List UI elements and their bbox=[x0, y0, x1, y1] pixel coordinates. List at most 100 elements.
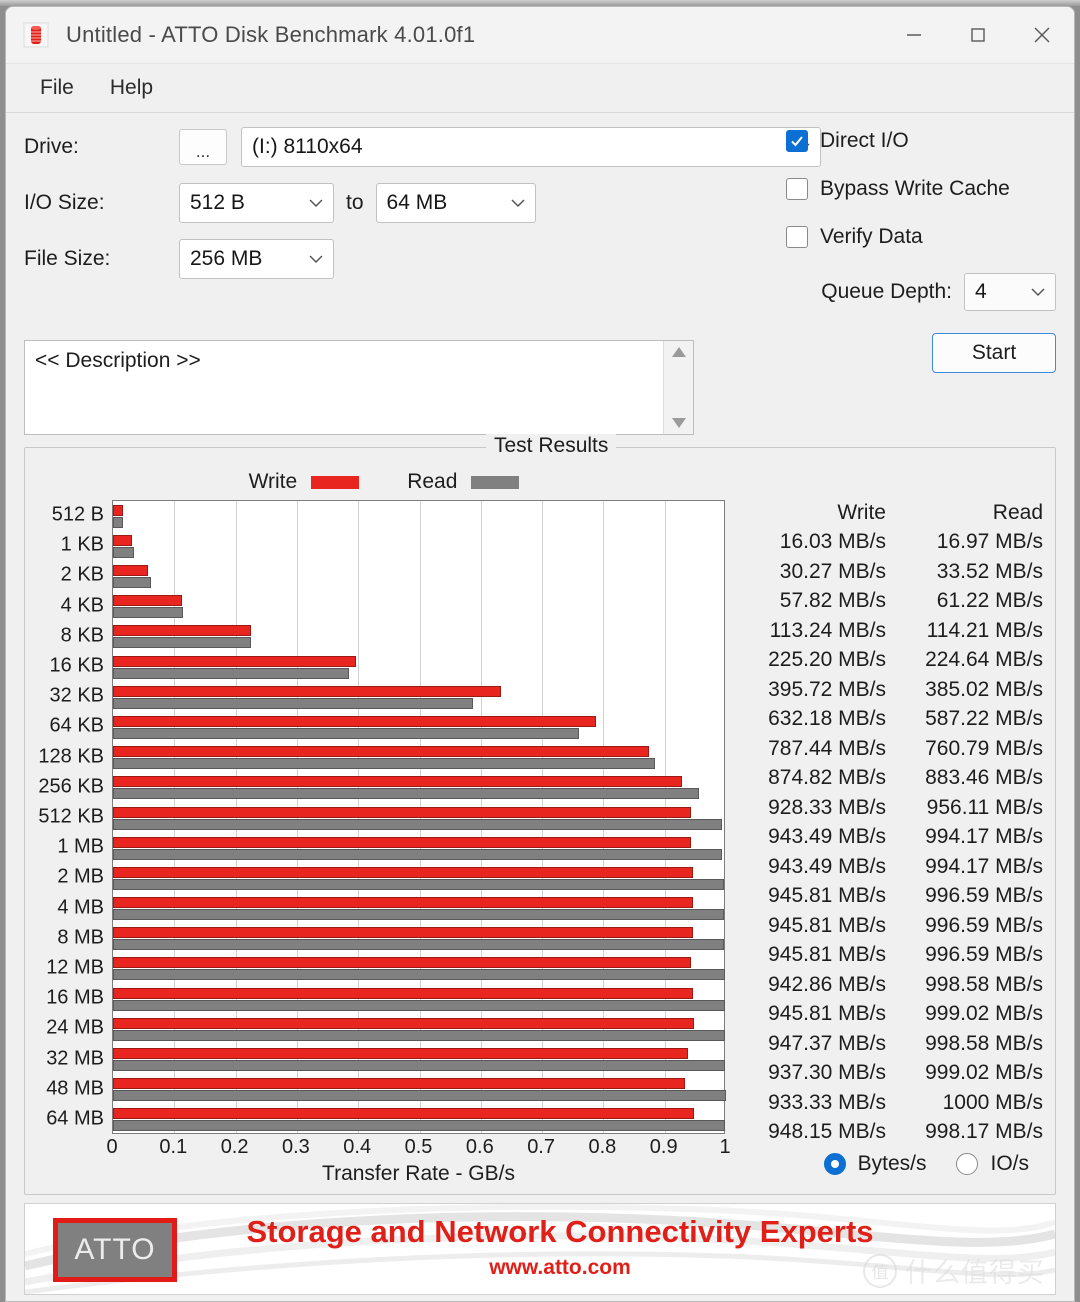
bypass-write-cache-checkbox[interactable] bbox=[786, 178, 808, 200]
chart-category-label: 4 MB bbox=[57, 896, 104, 919]
chart-bar-read bbox=[113, 848, 723, 860]
table-cell-write: 113.24 MB/s bbox=[769, 618, 886, 642]
scroll-up-icon[interactable] bbox=[671, 346, 687, 358]
title-bar: Untitled - ATTO Disk Benchmark 4.01.0f1 bbox=[6, 7, 1074, 64]
chart-category-label: 64 KB bbox=[49, 714, 104, 737]
banner-tagline: Storage and Network Connectivity Experts bbox=[246, 1214, 874, 1249]
radio-io-dot[interactable] bbox=[956, 1153, 979, 1175]
table-row: 942.86 MB/s 998.58 MB/s bbox=[743, 970, 1057, 1000]
table-row: 937.30 MB/s 999.02 MB/s bbox=[743, 1059, 1057, 1089]
table-body: 16.03 MB/s 16.97 MB/s 30.27 MB/s 33.52 MB/s… bbox=[743, 528, 1057, 1148]
start-button[interactable]: Start bbox=[932, 333, 1056, 373]
chart-category-label: 32 KB bbox=[49, 684, 104, 707]
queue-depth-value: 4 bbox=[975, 280, 987, 303]
io-size-min-select[interactable]: 512 B bbox=[179, 183, 334, 223]
chart-bar-read bbox=[113, 939, 724, 951]
scroll-down-icon[interactable] bbox=[671, 417, 687, 429]
atto-footer-banner: ATTO Storage and Network Connectivity Ex… bbox=[24, 1203, 1056, 1295]
chart-x-tick: 0.1 bbox=[159, 1136, 188, 1158]
queue-depth-select[interactable]: 4 bbox=[964, 273, 1056, 311]
chart-bar-read bbox=[113, 878, 724, 890]
table-cell-write: 945.81 MB/s bbox=[768, 913, 886, 937]
chart-bar-write bbox=[113, 655, 356, 667]
chart-bar-read bbox=[113, 516, 124, 528]
drive-select[interactable]: (I:) 8110x64 bbox=[241, 127, 821, 167]
table-row: 948.15 MB/s 998.17 MB/s bbox=[743, 1118, 1057, 1148]
table-cell-read: 999.02 MB/s bbox=[925, 1061, 1043, 1085]
table-cell-read: 999.02 MB/s bbox=[925, 1002, 1043, 1026]
chart-x-tick: 0.6 bbox=[465, 1136, 494, 1158]
atto-logo-text: ATTO bbox=[74, 1233, 156, 1266]
table-cell-read: 587.22 MB/s bbox=[925, 707, 1043, 731]
chart-category-label: 2 KB bbox=[60, 563, 104, 586]
verify-data-label: Verify Data bbox=[820, 225, 923, 248]
drive-label: Drive: bbox=[24, 135, 79, 158]
table-row: 945.81 MB/s 996.59 MB/s bbox=[743, 911, 1057, 941]
chart-x-tick: 1 bbox=[719, 1136, 731, 1158]
direct-io-checkbox[interactable] bbox=[786, 130, 808, 152]
queue-depth-row: Queue Depth: 4 bbox=[786, 273, 1056, 311]
table-row: 225.20 MB/s 224.64 MB/s bbox=[743, 646, 1057, 676]
direct-io-row[interactable]: Direct I/O bbox=[786, 129, 1056, 153]
table-row: 933.33 MB/s 1000 MB/s bbox=[743, 1088, 1057, 1118]
description-scrollbar[interactable] bbox=[663, 341, 693, 434]
chart-legend: Write Read bbox=[25, 468, 743, 496]
radio-io-per-second[interactable]: IO/s bbox=[956, 1152, 1029, 1176]
menu-item-help[interactable]: Help bbox=[94, 72, 169, 104]
table-row: 943.49 MB/s 994.17 MB/s bbox=[743, 823, 1057, 853]
chart-category-label: 256 KB bbox=[38, 775, 104, 798]
chart-bar-write bbox=[113, 625, 252, 637]
bypass-write-cache-row[interactable]: Bypass Write Cache bbox=[786, 177, 1056, 201]
verify-data-row[interactable]: Verify Data bbox=[786, 225, 1056, 249]
chart-bar-read bbox=[113, 969, 726, 981]
table-cell-read: 33.52 MB/s bbox=[936, 559, 1043, 583]
chart-bar-write bbox=[113, 564, 149, 576]
minimize-icon[interactable] bbox=[882, 7, 946, 63]
table-cell-write: 945.81 MB/s bbox=[768, 943, 886, 967]
legend-swatch-write bbox=[311, 475, 360, 489]
menu-item-file[interactable]: File bbox=[24, 72, 90, 104]
chart-category-label: 1 MB bbox=[57, 835, 104, 858]
table-cell-write: 30.27 MB/s bbox=[779, 559, 886, 583]
window-controls bbox=[882, 7, 1074, 63]
file-size-select[interactable]: 256 MB bbox=[179, 239, 334, 279]
file-size-value: 256 MB bbox=[190, 247, 263, 270]
io-size-max-select[interactable]: 64 MB bbox=[375, 183, 536, 223]
chart-x-axis-ticks: 0 0.1 0.2 0.3 0.4 0.5 0.6 0.7 0.8 0.9 1 bbox=[106, 1136, 730, 1162]
chart-plot-area bbox=[112, 500, 726, 1134]
chart-x-tick: 0.7 bbox=[527, 1136, 555, 1158]
chart-category-label: 512 B bbox=[51, 503, 104, 526]
table-cell-write: 787.44 MB/s bbox=[768, 736, 886, 760]
table-cell-read: 998.58 MB/s bbox=[925, 972, 1043, 996]
chart-bar-read bbox=[113, 1029, 726, 1041]
description-placeholder: << Description >> bbox=[35, 349, 201, 372]
table-cell-read: 114.21 MB/s bbox=[926, 618, 1043, 642]
chart-category-label: 8 KB bbox=[60, 624, 104, 647]
chart-x-tick: 0.5 bbox=[404, 1136, 433, 1158]
table-row: 945.81 MB/s 996.59 MB/s bbox=[743, 882, 1057, 912]
radio-io-label: IO/s bbox=[990, 1152, 1029, 1175]
browse-drive-button[interactable]: ... bbox=[179, 129, 227, 165]
chart-category-label: 8 MB bbox=[57, 926, 104, 949]
maximize-icon[interactable] bbox=[946, 7, 1010, 63]
table-cell-read: 1000 MB/s bbox=[942, 1090, 1043, 1114]
chart-bar-write bbox=[113, 806, 692, 818]
settings-panel: Drive: ... (I:) 8110x64 I/O Size: 512 B … bbox=[6, 113, 1074, 373]
chart-bar-read bbox=[113, 1120, 725, 1132]
table-row: 787.44 MB/s 760.79 MB/s bbox=[743, 734, 1057, 764]
description-field[interactable]: << Description >> bbox=[24, 340, 694, 435]
radio-bytes-dot[interactable] bbox=[823, 1153, 846, 1175]
chart-bar-write bbox=[113, 534, 132, 546]
chart-bar-write bbox=[113, 1078, 686, 1090]
table-cell-read: 16.97 MB/s bbox=[936, 530, 1043, 554]
table-cell-write: 874.82 MB/s bbox=[768, 766, 886, 790]
chart-bar-write bbox=[113, 1017, 694, 1029]
chart-bar-write bbox=[113, 776, 683, 788]
chart-bar-read bbox=[113, 727, 580, 739]
radio-bytes-per-second[interactable]: Bytes/s bbox=[823, 1152, 926, 1176]
legend-entry-read: Read bbox=[407, 470, 520, 494]
close-icon[interactable] bbox=[1010, 7, 1074, 63]
atto-disk-benchmark-window: Untitled - ATTO Disk Benchmark 4.01.0f1 … bbox=[5, 6, 1075, 1302]
verify-data-checkbox[interactable] bbox=[786, 226, 808, 248]
table-header-read: Read bbox=[992, 500, 1043, 524]
